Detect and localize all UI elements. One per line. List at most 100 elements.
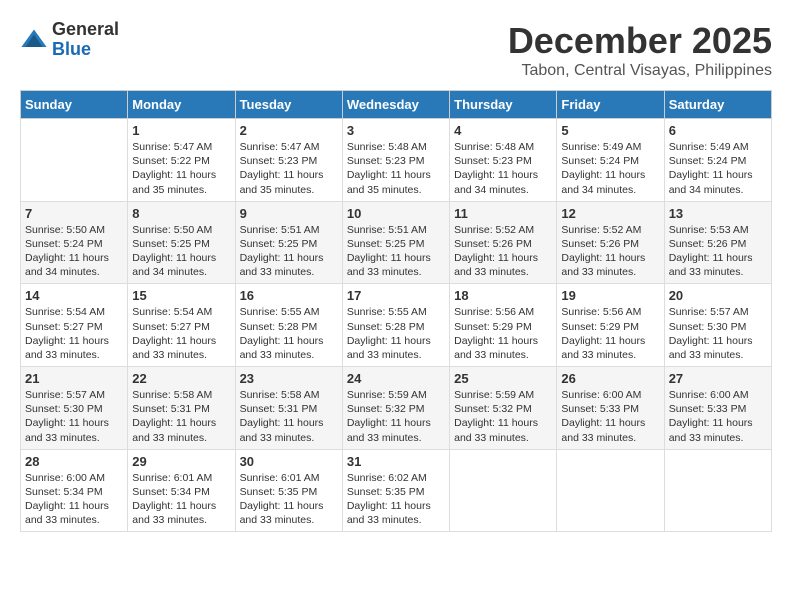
daylight: Daylight: 11 hours and 34 minutes. xyxy=(561,169,645,195)
day-info: Sunrise: 5:55 AM Sunset: 5:28 PM Dayligh… xyxy=(240,305,338,362)
daylight: Daylight: 11 hours and 34 minutes. xyxy=(132,252,216,278)
calendar-cell: 1 Sunrise: 5:47 AM Sunset: 5:22 PM Dayli… xyxy=(128,119,235,202)
day-info: Sunrise: 5:50 AM Sunset: 5:24 PM Dayligh… xyxy=(25,223,123,280)
day-number: 19 xyxy=(561,288,659,303)
header-cell-thursday: Thursday xyxy=(450,91,557,119)
sunset: Sunset: 5:34 PM xyxy=(132,486,210,498)
calendar-cell: 5 Sunrise: 5:49 AM Sunset: 5:24 PM Dayli… xyxy=(557,119,664,202)
day-info: Sunrise: 5:50 AM Sunset: 5:25 PM Dayligh… xyxy=(132,223,230,280)
sunrise: Sunrise: 5:51 AM xyxy=(240,224,320,236)
calendar-cell xyxy=(664,449,771,532)
week-row-1: 7 Sunrise: 5:50 AM Sunset: 5:24 PM Dayli… xyxy=(21,201,772,284)
daylight: Daylight: 11 hours and 33 minutes. xyxy=(454,335,538,361)
calendar-cell: 6 Sunrise: 5:49 AM Sunset: 5:24 PM Dayli… xyxy=(664,119,771,202)
day-info: Sunrise: 6:00 AM Sunset: 5:33 PM Dayligh… xyxy=(561,388,659,445)
day-number: 18 xyxy=(454,288,552,303)
sunset: Sunset: 5:25 PM xyxy=(132,238,210,250)
calendar-cell: 29 Sunrise: 6:01 AM Sunset: 5:34 PM Dayl… xyxy=(128,449,235,532)
sunset: Sunset: 5:27 PM xyxy=(132,321,210,333)
day-number: 20 xyxy=(669,288,767,303)
week-row-0: 1 Sunrise: 5:47 AM Sunset: 5:22 PM Dayli… xyxy=(21,119,772,202)
calendar-cell xyxy=(21,119,128,202)
calendar-cell: 26 Sunrise: 6:00 AM Sunset: 5:33 PM Dayl… xyxy=(557,367,664,450)
day-number: 28 xyxy=(25,454,123,469)
calendar-cell: 14 Sunrise: 5:54 AM Sunset: 5:27 PM Dayl… xyxy=(21,284,128,367)
sunrise: Sunrise: 5:54 AM xyxy=(132,306,212,318)
day-number: 17 xyxy=(347,288,445,303)
sunset: Sunset: 5:23 PM xyxy=(347,155,425,167)
calendar-cell xyxy=(450,449,557,532)
sunrise: Sunrise: 5:58 AM xyxy=(132,389,212,401)
day-info: Sunrise: 5:47 AM Sunset: 5:23 PM Dayligh… xyxy=(240,140,338,197)
calendar-cell: 30 Sunrise: 6:01 AM Sunset: 5:35 PM Dayl… xyxy=(235,449,342,532)
daylight: Daylight: 11 hours and 33 minutes. xyxy=(669,335,753,361)
sunrise: Sunrise: 5:57 AM xyxy=(25,389,105,401)
calendar-cell: 7 Sunrise: 5:50 AM Sunset: 5:24 PM Dayli… xyxy=(21,201,128,284)
day-number: 16 xyxy=(240,288,338,303)
logo: General Blue xyxy=(20,20,119,60)
sunrise: Sunrise: 6:00 AM xyxy=(25,472,105,484)
sunset: Sunset: 5:22 PM xyxy=(132,155,210,167)
day-number: 23 xyxy=(240,371,338,386)
day-number: 31 xyxy=(347,454,445,469)
daylight: Daylight: 11 hours and 33 minutes. xyxy=(347,500,431,526)
daylight: Daylight: 11 hours and 33 minutes. xyxy=(347,335,431,361)
day-info: Sunrise: 6:02 AM Sunset: 5:35 PM Dayligh… xyxy=(347,471,445,528)
logo-blue: Blue xyxy=(52,40,119,60)
day-info: Sunrise: 5:53 AM Sunset: 5:26 PM Dayligh… xyxy=(669,223,767,280)
day-info: Sunrise: 5:55 AM Sunset: 5:28 PM Dayligh… xyxy=(347,305,445,362)
calendar-cell: 31 Sunrise: 6:02 AM Sunset: 5:35 PM Dayl… xyxy=(342,449,449,532)
calendar-cell xyxy=(557,449,664,532)
calendar-cell: 27 Sunrise: 6:00 AM Sunset: 5:33 PM Dayl… xyxy=(664,367,771,450)
sunset: Sunset: 5:32 PM xyxy=(454,403,532,415)
day-number: 3 xyxy=(347,123,445,138)
calendar-cell: 15 Sunrise: 5:54 AM Sunset: 5:27 PM Dayl… xyxy=(128,284,235,367)
daylight: Daylight: 11 hours and 33 minutes. xyxy=(132,335,216,361)
sunrise: Sunrise: 5:54 AM xyxy=(25,306,105,318)
calendar-cell: 4 Sunrise: 5:48 AM Sunset: 5:23 PM Dayli… xyxy=(450,119,557,202)
sunset: Sunset: 5:24 PM xyxy=(669,155,747,167)
day-info: Sunrise: 5:56 AM Sunset: 5:29 PM Dayligh… xyxy=(561,305,659,362)
day-info: Sunrise: 5:59 AM Sunset: 5:32 PM Dayligh… xyxy=(347,388,445,445)
calendar-cell: 18 Sunrise: 5:56 AM Sunset: 5:29 PM Dayl… xyxy=(450,284,557,367)
sunrise: Sunrise: 6:00 AM xyxy=(669,389,749,401)
sunset: Sunset: 5:28 PM xyxy=(347,321,425,333)
sunset: Sunset: 5:30 PM xyxy=(669,321,747,333)
sunrise: Sunrise: 5:55 AM xyxy=(347,306,427,318)
daylight: Daylight: 11 hours and 34 minutes. xyxy=(669,169,753,195)
day-info: Sunrise: 5:58 AM Sunset: 5:31 PM Dayligh… xyxy=(240,388,338,445)
header-cell-friday: Friday xyxy=(557,91,664,119)
daylight: Daylight: 11 hours and 33 minutes. xyxy=(132,417,216,443)
sunrise: Sunrise: 5:52 AM xyxy=(454,224,534,236)
sunset: Sunset: 5:34 PM xyxy=(25,486,103,498)
day-info: Sunrise: 5:51 AM Sunset: 5:25 PM Dayligh… xyxy=(347,223,445,280)
logo-general: General xyxy=(52,20,119,40)
sunrise: Sunrise: 5:58 AM xyxy=(240,389,320,401)
sunrise: Sunrise: 6:02 AM xyxy=(347,472,427,484)
day-info: Sunrise: 6:01 AM Sunset: 5:35 PM Dayligh… xyxy=(240,471,338,528)
sunset: Sunset: 5:32 PM xyxy=(347,403,425,415)
sunset: Sunset: 5:26 PM xyxy=(561,238,639,250)
sunset: Sunset: 5:30 PM xyxy=(25,403,103,415)
sunset: Sunset: 5:24 PM xyxy=(561,155,639,167)
calendar-cell: 22 Sunrise: 5:58 AM Sunset: 5:31 PM Dayl… xyxy=(128,367,235,450)
day-number: 2 xyxy=(240,123,338,138)
day-info: Sunrise: 5:59 AM Sunset: 5:32 PM Dayligh… xyxy=(454,388,552,445)
header: General Blue December 2025 Tabon, Centra… xyxy=(20,20,772,80)
day-number: 30 xyxy=(240,454,338,469)
sunset: Sunset: 5:23 PM xyxy=(454,155,532,167)
sunset: Sunset: 5:27 PM xyxy=(25,321,103,333)
daylight: Daylight: 11 hours and 33 minutes. xyxy=(132,500,216,526)
day-info: Sunrise: 5:49 AM Sunset: 5:24 PM Dayligh… xyxy=(561,140,659,197)
day-number: 22 xyxy=(132,371,230,386)
sunset: Sunset: 5:29 PM xyxy=(561,321,639,333)
sunrise: Sunrise: 5:50 AM xyxy=(132,224,212,236)
daylight: Daylight: 11 hours and 33 minutes. xyxy=(561,417,645,443)
header-cell-wednesday: Wednesday xyxy=(342,91,449,119)
calendar-cell: 16 Sunrise: 5:55 AM Sunset: 5:28 PM Dayl… xyxy=(235,284,342,367)
sunset: Sunset: 5:25 PM xyxy=(240,238,318,250)
sunset: Sunset: 5:33 PM xyxy=(669,403,747,415)
day-number: 9 xyxy=(240,206,338,221)
calendar-table: SundayMondayTuesdayWednesdayThursdayFrid… xyxy=(20,90,772,532)
day-info: Sunrise: 5:47 AM Sunset: 5:22 PM Dayligh… xyxy=(132,140,230,197)
